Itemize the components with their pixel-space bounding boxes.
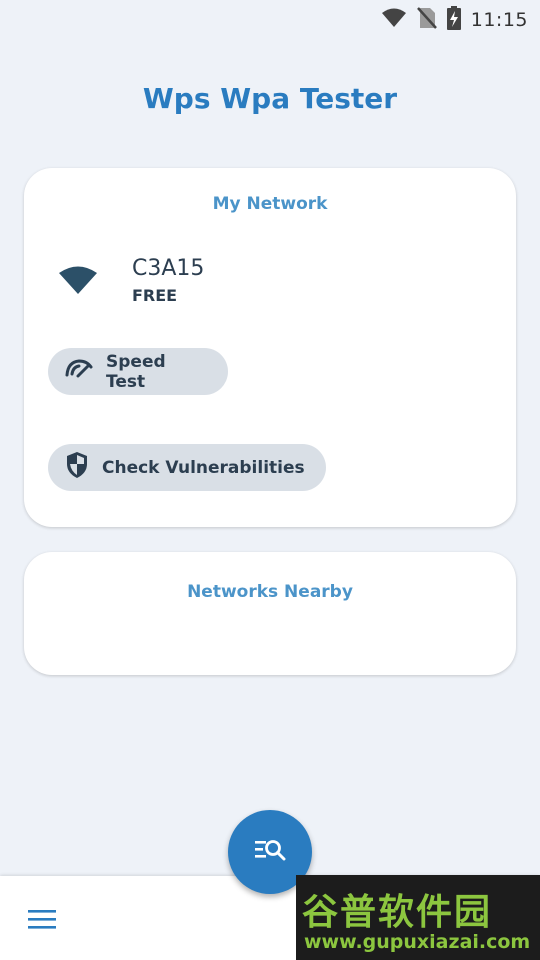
watermark: 谷普软件园 www.gupuxiazai.com [296,875,540,960]
watermark-url: www.gupuxiazai.com [304,931,531,953]
check-vulnerabilities-label: Check Vulnerabilities [102,457,305,478]
status-bar: 11:15 [0,0,540,36]
my-network-title: My Network [212,194,328,214]
hamburger-menu-icon[interactable] [28,910,56,934]
check-vulnerabilities-button[interactable]: Check Vulnerabilities [48,444,326,491]
my-network-card: My Network C3A15 FREE Speed Test Check V… [24,168,516,527]
network-security: FREE [132,286,178,305]
network-ssid: C3A15 [132,256,205,281]
wifi-icon [58,265,98,299]
speed-test-button[interactable]: Speed Test [48,348,228,395]
networks-nearby-title: Networks Nearby [187,582,353,602]
speed-test-label: Speed Test [106,351,166,392]
speedometer-icon [65,359,93,384]
battery-charging-icon [446,6,461,34]
search-list-icon [254,838,286,866]
status-icons: 11:15 [381,6,528,34]
wifi-signal-icon [381,7,407,33]
networks-nearby-card: Networks Nearby [24,552,516,675]
no-sim-icon [416,6,437,34]
watermark-cn-text: 谷普软件园 [302,892,493,933]
status-time: 11:15 [470,9,528,31]
shield-icon [65,451,89,484]
app-title: Wps Wpa Tester [142,82,398,115]
